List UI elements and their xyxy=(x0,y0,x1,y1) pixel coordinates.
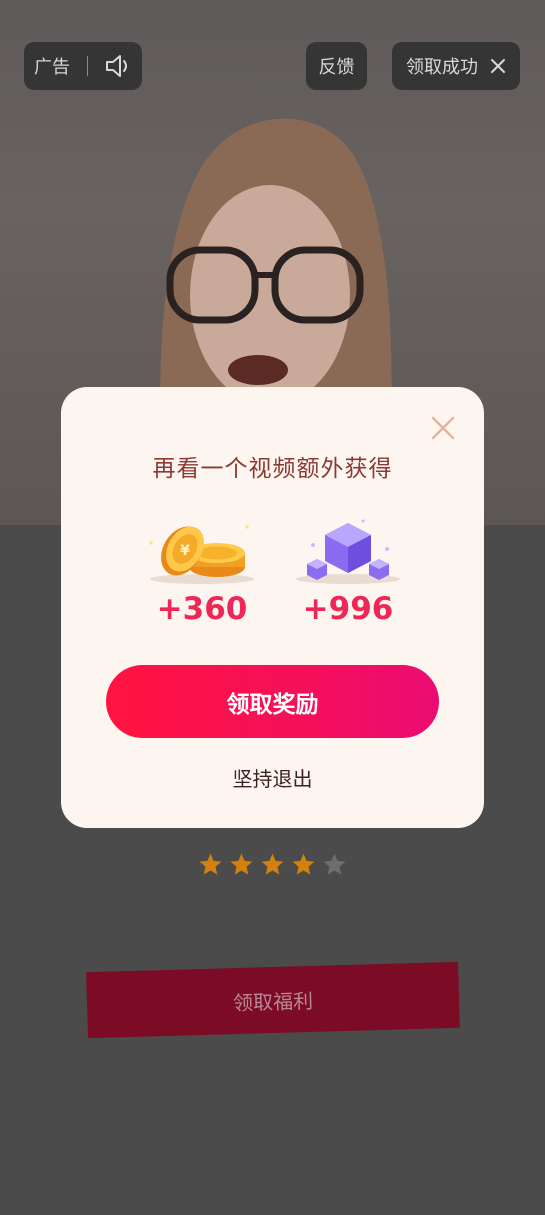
star-icon-filled xyxy=(292,853,315,875)
claim-reward-button[interactable]: 领取奖励 xyxy=(106,665,439,738)
ad-sound-control[interactable]: 广告 xyxy=(24,42,142,90)
welfare-label: 领取福利 xyxy=(232,988,314,1015)
reward-success-close-button[interactable]: 领取成功 xyxy=(392,42,520,90)
feedback-button[interactable]: 反馈 xyxy=(306,42,367,90)
gold-coins-icon: ¥ xyxy=(149,525,254,584)
dialog-title: 再看一个视频额外获得 xyxy=(152,456,393,482)
gem-reward-amount: +996 xyxy=(302,591,394,627)
close-icon[interactable] xyxy=(430,415,456,441)
success-label: 领取成功 xyxy=(406,57,478,78)
ad-label: 广告 xyxy=(34,57,70,78)
star-icon-filled xyxy=(261,853,284,875)
coin-reward-amount: +360 xyxy=(156,591,248,627)
reward-coins: ¥ +360 xyxy=(137,515,267,627)
claim-welfare-button[interactable]: 领取福利 xyxy=(86,961,460,1039)
star-icon-filled xyxy=(230,853,253,875)
speaker-icon[interactable] xyxy=(104,54,132,78)
svg-text:¥: ¥ xyxy=(180,543,190,559)
close-icon[interactable] xyxy=(490,58,506,74)
star-icon-filled xyxy=(199,853,222,875)
extra-reward-dialog: 再看一个视频额外获得 ¥ +360 +996 领取奖励 坚持退出 xyxy=(61,387,484,828)
star-rating xyxy=(198,852,347,877)
reward-gems: +996 xyxy=(283,515,413,627)
purple-gem-cube-icon xyxy=(296,519,400,584)
feedback-label: 反馈 xyxy=(318,57,355,78)
insist-quit-link[interactable]: 坚持退出 xyxy=(61,763,484,792)
claim-label: 领取奖励 xyxy=(226,691,319,718)
divider xyxy=(86,56,88,76)
star-icon-empty xyxy=(323,853,346,875)
